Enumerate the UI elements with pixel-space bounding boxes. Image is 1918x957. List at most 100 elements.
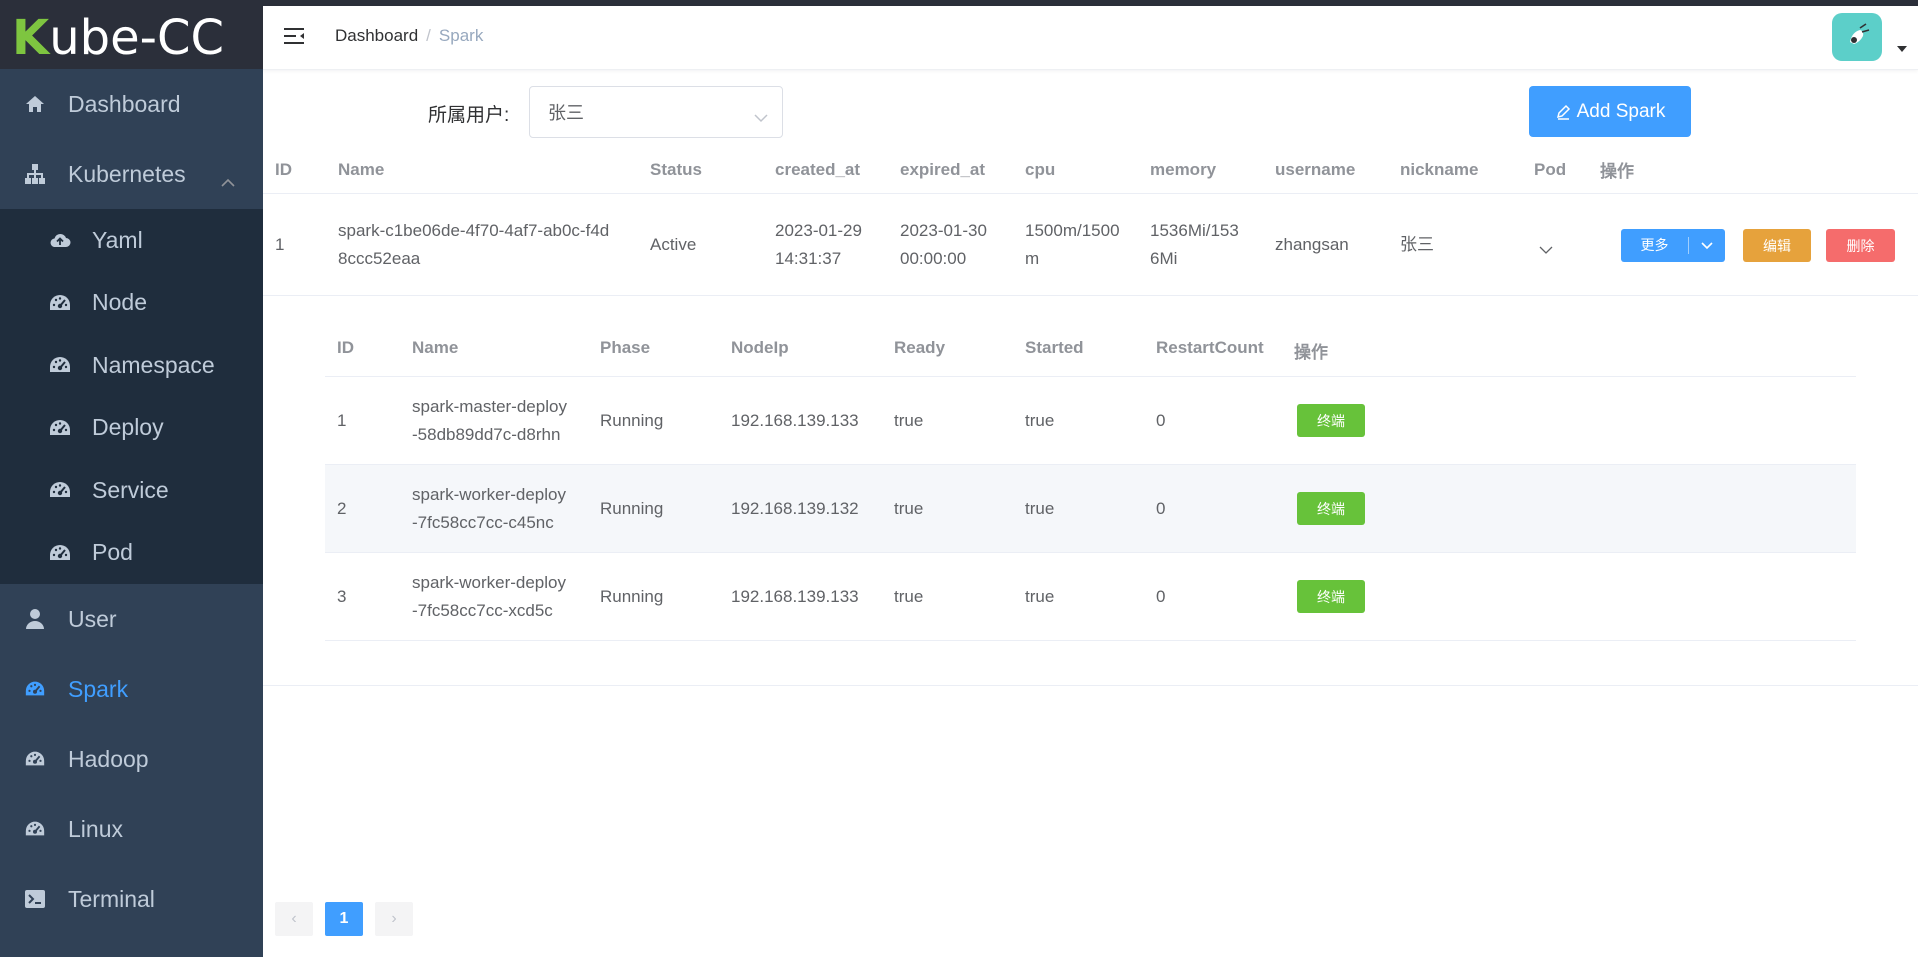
pod-ready: true	[894, 499, 924, 518]
pagination: ‹ 1 ›	[275, 902, 413, 936]
row-nickname: 张三	[1400, 235, 1434, 254]
edit-button[interactable]: 编辑	[1743, 229, 1811, 262]
sidebar-item-label: Hadoop	[68, 745, 149, 772]
chevron-down-icon[interactable]	[1689, 241, 1725, 250]
owner-filter-label: 所属用户:	[428, 105, 510, 126]
pod-id: 2	[337, 499, 347, 518]
logo-k: K	[12, 9, 50, 66]
table-header: ID Name Status created_at expired_at cpu…	[263, 146, 1918, 194]
avatar[interactable]	[1832, 13, 1882, 61]
pod-header-started: Started	[1025, 338, 1084, 357]
sidebar-item-hadoop[interactable]: Hadoop	[0, 724, 263, 794]
page-number-button[interactable]: 1	[325, 902, 363, 936]
sidebar-item-label: Linux	[68, 815, 123, 842]
dashboard-gauge-icon	[24, 678, 46, 700]
chevron-up-icon	[221, 167, 235, 194]
sidebar-item-label: User	[68, 605, 117, 632]
sidebar-item-yaml[interactable]: Yaml	[0, 209, 263, 272]
pod-table: ID Name Phase NodeIp Ready Started Resta…	[325, 322, 1856, 641]
row-memory: 1536Mi/153 6Mi	[1150, 217, 1239, 273]
row-id: 1	[275, 235, 285, 254]
pod-name-line: -58db89dd7c-d8rhn	[412, 425, 561, 444]
dashboard-gauge-icon	[24, 818, 46, 840]
next-page-button[interactable]: ›	[375, 902, 413, 936]
terminal-button[interactable]: 终端	[1297, 580, 1365, 613]
sidebar-item-linux[interactable]: Linux	[0, 794, 263, 864]
sidebar-item-label: Spark	[68, 675, 129, 702]
pod-phase: Running	[600, 411, 664, 430]
pod-header-ready: Ready	[894, 338, 946, 357]
filter-bar: 所属用户: 张三 Add Spark	[263, 86, 1918, 142]
main-content: Dashboard / Spark 所属用户: 张三 Add Spark ID Na…	[263, 6, 1918, 957]
owner-select[interactable]: 张三	[529, 86, 783, 138]
terminal-icon	[24, 888, 46, 910]
pod-header-id: ID	[337, 338, 354, 357]
logo-text: ube-CC	[49, 9, 224, 66]
row-expired-date: 2023-01-30	[900, 221, 987, 240]
sidebar-item-pod[interactable]: Pod	[0, 522, 263, 585]
header-pod: Pod	[1534, 159, 1567, 179]
row-expired-time: 00:00:00	[900, 249, 967, 268]
add-spark-button[interactable]: Add Spark	[1529, 86, 1691, 137]
breadcrumb-home[interactable]: Dashboard	[335, 26, 418, 45]
user-icon	[24, 608, 46, 630]
sidebar-item-label: Kubernetes	[68, 160, 186, 187]
pod-restartcount: 0	[1156, 499, 1166, 518]
dashboard-gauge-icon	[24, 748, 46, 770]
sidebar-item-label: Pod	[92, 539, 133, 566]
dashboard-gauge-icon	[48, 542, 72, 564]
dashboard-gauge-icon	[48, 354, 72, 376]
cloud-upload-icon	[48, 229, 72, 251]
pod-id: 1	[337, 411, 347, 430]
terminal-button[interactable]: 终端	[1297, 492, 1365, 525]
caret-down-icon[interactable]	[1897, 46, 1907, 52]
prev-page-button[interactable]: ‹	[275, 902, 313, 936]
pod-name: spark-master-deploy -58db89dd7c-d8rhn	[412, 393, 567, 449]
sidebar-item-terminal[interactable]: Terminal	[0, 864, 263, 934]
add-spark-label: Add Spark	[1576, 100, 1666, 122]
pod-started: true	[1025, 411, 1055, 430]
header-actions: 操作	[1600, 162, 1634, 181]
header-id: ID	[275, 159, 292, 179]
pod-name-line: spark-worker-deploy	[412, 485, 566, 504]
more-dropdown-button[interactable]: 更多	[1621, 229, 1725, 262]
sidebar-item-deploy[interactable]: Deploy	[0, 397, 263, 460]
row-cpu-line: m	[1025, 249, 1040, 268]
pod-header-restartcount: RestartCount	[1156, 338, 1264, 357]
sidebar-item-label: Node	[92, 289, 147, 316]
pod-nodeip: 192.168.139.133	[731, 411, 859, 430]
spark-table: ID Name Status created_at expired_at cpu…	[263, 146, 1918, 686]
sidebar-item-dashboard[interactable]: Dashboard	[0, 69, 263, 139]
sidebar-item-user[interactable]: User	[0, 584, 263, 654]
hamburger-menu-icon[interactable]	[283, 26, 307, 50]
row-expired-at: 2023-01-30 00:00:00	[900, 217, 987, 273]
sidebar-item-kubernetes[interactable]: Kubernetes	[0, 139, 263, 209]
sidebar-item-node[interactable]: Node	[0, 272, 263, 335]
header-cpu: cpu	[1025, 159, 1056, 179]
pod-started: true	[1025, 499, 1055, 518]
edit-pen-icon	[1555, 104, 1571, 120]
breadcrumb-current: Spark	[438, 26, 484, 45]
sidebar-item-service[interactable]: Service	[0, 459, 263, 522]
row-cpu-line: 1500m/1500	[1025, 221, 1120, 240]
delete-button[interactable]: 删除	[1826, 229, 1895, 262]
row-created-time: 14:31:37	[775, 249, 842, 268]
kubernetes-submenu: Yaml Node Namespace Deploy Service Pod	[0, 209, 263, 584]
app-logo[interactable]: Kube-CC	[0, 6, 263, 69]
pod-restartcount: 0	[1156, 587, 1166, 606]
pod-id: 3	[337, 587, 347, 606]
row-memory-line: 6Mi	[1150, 249, 1178, 268]
sidebar-item-label: Deploy	[92, 414, 164, 441]
row-created-at: 2023-01-29 14:31:37	[775, 217, 862, 273]
terminal-button[interactable]: 终端	[1297, 404, 1365, 437]
pod-started: true	[1025, 587, 1055, 606]
row-username: zhangsan	[1275, 235, 1349, 254]
header-expired-at: expired_at	[900, 159, 986, 179]
row-memory-line: 1536Mi/153	[1150, 221, 1239, 240]
expand-chevron-down-icon[interactable]	[1539, 240, 1553, 260]
row-cpu: 1500m/1500 m	[1025, 217, 1120, 273]
sidebar-item-namespace[interactable]: Namespace	[0, 334, 263, 397]
sidebar-item-spark[interactable]: Spark	[0, 654, 263, 724]
breadcrumb: Dashboard / Spark	[335, 26, 483, 46]
pod-row: 3 spark-worker-deploy -7fc58cc7cc-xcd5c …	[325, 553, 1856, 641]
